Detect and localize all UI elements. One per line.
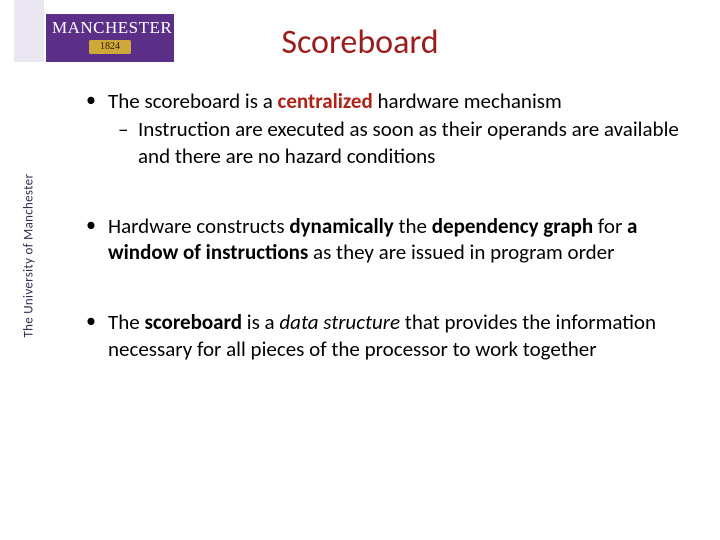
bullet-3: The scoreboard is a data structure that … — [82, 309, 680, 362]
text: for — [593, 213, 627, 239]
text: The — [108, 309, 144, 335]
text: The scoreboard is a — [108, 88, 278, 114]
text: hardware mechanism — [373, 88, 562, 114]
keyword-centralized: centralized — [278, 88, 373, 114]
slide-title: Scoreboard — [0, 22, 720, 63]
bullet-1-sub: Instruction are executed as soon as thei… — [108, 116, 680, 169]
text: as they are issued in program order — [308, 239, 614, 265]
bullet-2: Hardware constructs dynamically the depe… — [82, 213, 680, 266]
text: is a — [242, 309, 279, 335]
keyword-scoreboard: scoreboard — [144, 309, 242, 335]
keyword-dynamically: dynamically — [289, 213, 393, 239]
slide: The University of Manchester MANCHESTER … — [0, 0, 720, 540]
keyword-dependency-graph: dependency graph — [432, 213, 593, 239]
slide-body: The scoreboard is a centralized hardware… — [82, 88, 680, 406]
side-strip: The University of Manchester — [14, 0, 44, 540]
text: the — [394, 213, 432, 239]
bullet-1: The scoreboard is a centralized hardware… — [82, 88, 680, 169]
university-side-text: The University of Manchester — [22, 148, 37, 338]
keyword-data-structure: data structure — [279, 309, 400, 335]
text: Hardware constructs — [108, 213, 289, 239]
